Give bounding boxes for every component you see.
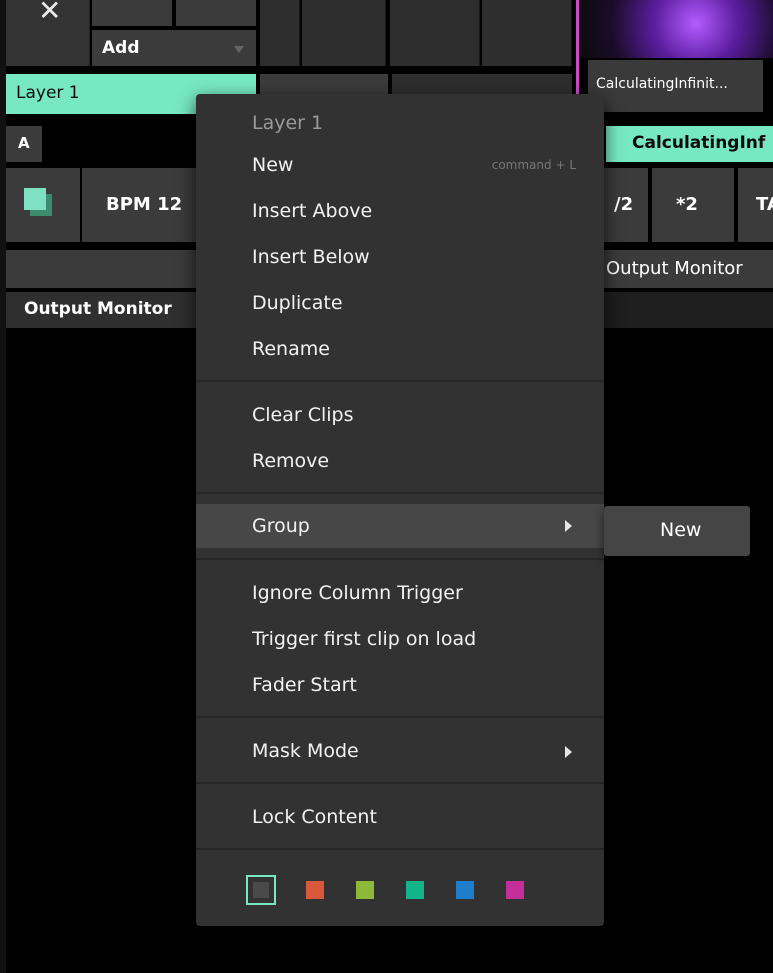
menu-separator — [196, 558, 604, 560]
output-monitor-title: Output Monitor — [24, 299, 172, 319]
menu-item-label: Duplicate — [252, 292, 343, 314]
tap-button[interactable]: TA — [738, 168, 773, 242]
menu-item-trigger-first-clip[interactable]: Trigger first clip on load — [196, 620, 604, 658]
menu-item-label: Rename — [252, 338, 330, 360]
menu-item-label: Ignore Column Trigger — [252, 582, 463, 604]
clip-tab-label: CalculatingInf — [632, 133, 766, 153]
column-slot[interactable] — [302, 0, 386, 66]
bpm-display[interactable]: BPM 12 — [82, 168, 202, 242]
menu-item-label: Clear Clips — [252, 404, 354, 426]
deck-a-button[interactable]: A — [6, 126, 42, 162]
chevron-right-icon — [565, 746, 572, 758]
chevron-down-icon — [234, 46, 244, 53]
swatch-fill — [253, 882, 269, 898]
menu-item-clear-clips[interactable]: Clear Clips — [196, 396, 604, 434]
menu-item-group[interactable]: Group — [196, 504, 604, 548]
menu-item-label: Remove — [252, 450, 330, 472]
layer-color-button[interactable] — [6, 168, 80, 242]
color-swatch-red[interactable] — [306, 881, 324, 899]
menu-item-ignore-column-trigger[interactable]: Ignore Column Trigger — [196, 574, 604, 612]
menu-item-label: Fader Start — [252, 674, 357, 696]
close-icon: ✕ — [38, 0, 62, 27]
submenu-item-new[interactable]: New — [660, 519, 701, 541]
menu-item-insert-above[interactable]: Insert Above — [196, 192, 604, 230]
clip-slot[interactable] — [176, 0, 256, 26]
menu-item-rename[interactable]: Rename — [196, 330, 604, 368]
menu-item-label: Mask Mode — [252, 740, 359, 762]
menu-item-label: Insert Below — [252, 246, 370, 268]
menu-separator — [196, 782, 604, 784]
color-swatch-magenta[interactable] — [506, 881, 524, 899]
layer-context-menu: Layer 1 New command + L Insert Above Ins… — [196, 94, 604, 926]
menu-header: Layer 1 — [196, 104, 604, 142]
menu-separator — [196, 380, 604, 382]
menu-item-new[interactable]: New command + L — [196, 146, 604, 184]
output-monitor-tab[interactable]: Output Monitor — [606, 258, 743, 279]
menu-item-label: Group — [252, 515, 310, 537]
menu-item-remove[interactable]: Remove — [196, 442, 604, 480]
layer-name: Layer 1 — [16, 83, 80, 103]
menu-item-label: New — [252, 154, 294, 176]
clip-tab[interactable]: CalculatingInf — [606, 126, 773, 162]
output-monitor-panel-title: Output Monitor — [6, 292, 196, 328]
menu-item-lock-content[interactable]: Lock Content — [196, 798, 604, 836]
bpm-label: BPM 12 — [106, 194, 183, 215]
menu-item-fader-start[interactable]: Fader Start — [196, 666, 604, 704]
color-swatch-teal[interactable] — [406, 881, 424, 899]
menu-item-label: Lock Content — [252, 806, 377, 828]
tap-label: TA — [756, 194, 773, 215]
menu-item-mask-mode[interactable]: Mask Mode — [196, 732, 604, 770]
menu-item-shortcut: command + L — [491, 158, 576, 172]
clip-thumbnail-label-box[interactable]: CalculatingInfinit... — [588, 60, 763, 112]
output-monitor-title-bar — [604, 292, 773, 328]
add-label: Add — [102, 38, 140, 58]
clip-thumbnail-label: CalculatingInfinit... — [596, 76, 728, 92]
clip-thumbnail[interactable] — [580, 0, 773, 58]
menu-separator — [196, 492, 604, 494]
column-slot[interactable] — [390, 0, 480, 66]
color-swatch-none[interactable] — [246, 875, 276, 905]
menu-header-label: Layer 1 — [252, 112, 324, 134]
menu-separator — [196, 716, 604, 718]
group-submenu: New — [604, 506, 750, 556]
deck-a-label: A — [18, 134, 30, 152]
close-button[interactable]: ✕ — [6, 0, 90, 66]
layer-color-picker — [246, 874, 546, 910]
menu-item-duplicate[interactable]: Duplicate — [196, 284, 604, 322]
menu-item-insert-below[interactable]: Insert Below — [196, 238, 604, 276]
clip-slot[interactable] — [92, 0, 172, 26]
chevron-right-icon — [565, 520, 572, 532]
color-swatch-green[interactable] — [356, 881, 374, 899]
column-slot[interactable] — [260, 0, 300, 66]
menu-item-label: Insert Above — [252, 200, 373, 222]
menu-item-label: Trigger first clip on load — [252, 628, 477, 650]
divide-label: /2 — [614, 194, 634, 215]
add-dropdown[interactable]: Add — [92, 30, 256, 66]
swatch-front — [24, 188, 46, 210]
color-swatch-blue[interactable] — [456, 881, 474, 899]
column-slot[interactable] — [482, 0, 572, 66]
menu-separator — [196, 848, 604, 850]
bpm-multiply-button[interactable]: *2 — [652, 168, 734, 242]
multiply-label: *2 — [676, 194, 698, 215]
